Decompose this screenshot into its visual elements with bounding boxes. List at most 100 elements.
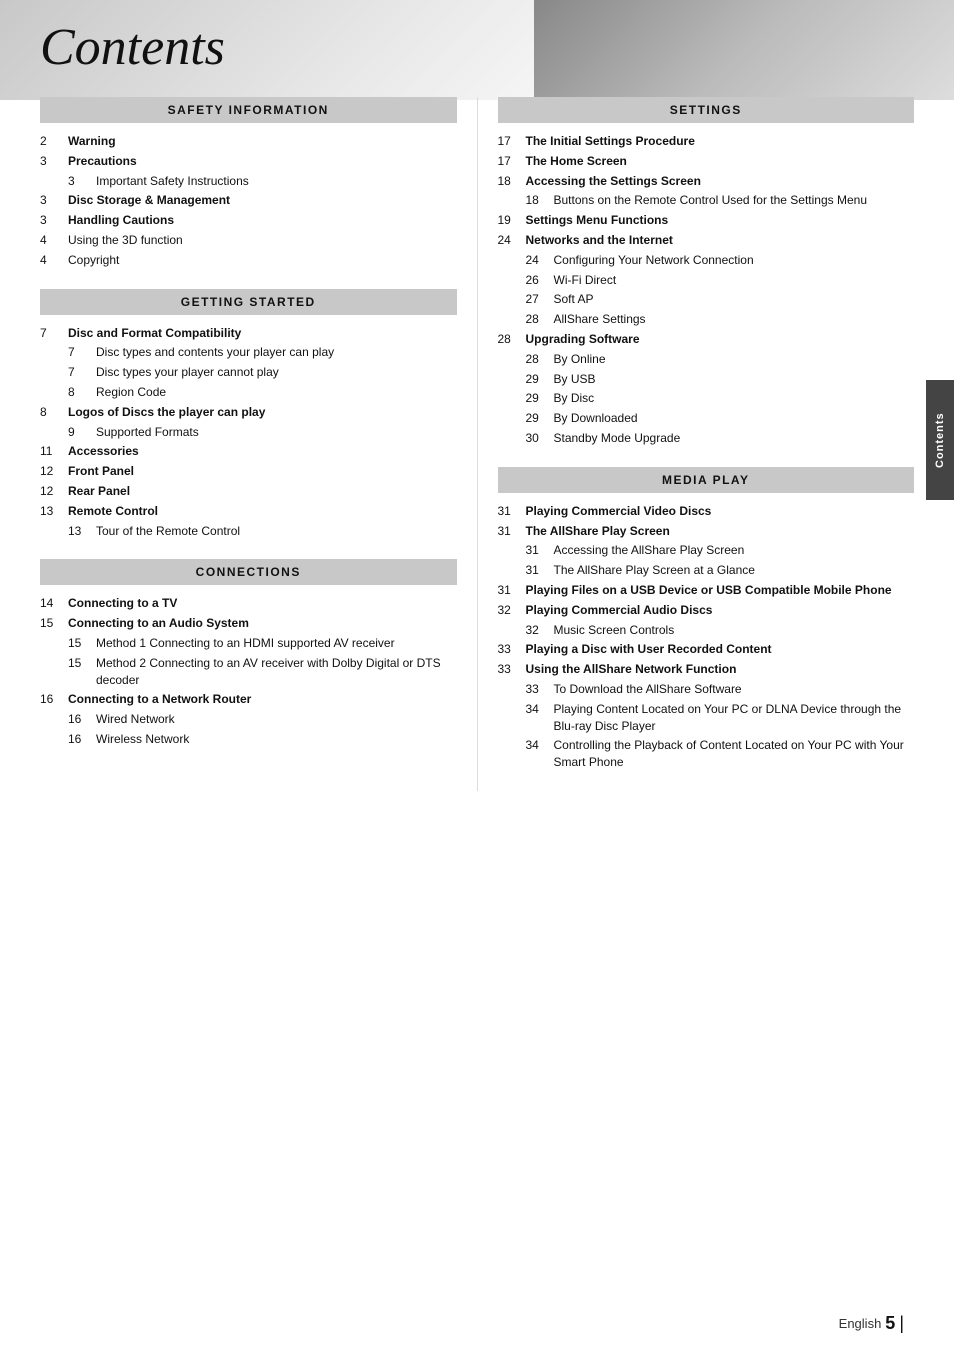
footer-page-number: 5 (885, 1313, 895, 1334)
entry-text: Disc and Format Compatibility (68, 325, 241, 342)
toc-entry: 17The Home Screen (498, 153, 915, 170)
toc-entry: 2Warning (40, 133, 457, 150)
toc-section: CONNECTIONS14Connecting to a TV15Connect… (40, 559, 457, 747)
entry-text: Warning (68, 133, 116, 150)
section-header: MEDIA PLAY (498, 467, 915, 493)
toc-entry: 34Playing Content Located on Your PC or … (498, 701, 915, 735)
page-number: 15 (68, 655, 96, 672)
page-title: Contents (0, 0, 954, 77)
page-number: 29 (526, 390, 554, 407)
entry-text: Connecting to a Network Router (68, 691, 251, 708)
entry-text: Disc Storage & Management (68, 192, 230, 209)
toc-entry: 4Using the 3D function (40, 232, 457, 249)
toc-entry: 3Precautions (40, 153, 457, 170)
left-column: SAFETY INFORMATION2Warning3Precautions3I… (40, 97, 478, 791)
footer-bar: | (899, 1313, 904, 1334)
toc-entry: 19Settings Menu Functions (498, 212, 915, 229)
toc-entry: 32Playing Commercial Audio Discs (498, 602, 915, 619)
toc-entry: 3Disc Storage & Management (40, 192, 457, 209)
entry-text: Controlling the Playback of Content Loca… (554, 737, 915, 771)
entry-text: Playing a Disc with User Recorded Conten… (526, 641, 772, 658)
entry-text: Wi-Fi Direct (554, 272, 617, 289)
page-number: 12 (40, 483, 68, 500)
entry-text: Networks and the Internet (526, 232, 673, 249)
toc-section: SETTINGS17The Initial Settings Procedure… (498, 97, 915, 447)
entry-text: AllShare Settings (554, 311, 646, 328)
entry-text: Upgrading Software (526, 331, 640, 348)
entry-text: Method 1 Connecting to an HDMI supported… (96, 635, 395, 652)
entry-text: The AllShare Play Screen at a Glance (554, 562, 755, 579)
entry-text: Region Code (96, 384, 166, 401)
section-header: SAFETY INFORMATION (40, 97, 457, 123)
entry-text: Wired Network (96, 711, 175, 728)
page-number: 13 (40, 503, 68, 520)
entry-text: Accessing the Settings Screen (526, 173, 701, 190)
page-number: 24 (526, 252, 554, 269)
toc-entry: 18Accessing the Settings Screen (498, 173, 915, 190)
page-number: 17 (498, 133, 526, 150)
entry-text: Front Panel (68, 463, 134, 480)
toc-entry: 15Connecting to an Audio System (40, 615, 457, 632)
toc-entry: 11Accessories (40, 443, 457, 460)
entry-text: Playing Files on a USB Device or USB Com… (526, 582, 892, 599)
toc-entry: 8Region Code (40, 384, 457, 401)
page-number: 31 (498, 523, 526, 540)
entry-text: By USB (554, 371, 596, 388)
entry-text: Supported Formats (96, 424, 199, 441)
entry-text: Playing Content Located on Your PC or DL… (554, 701, 915, 735)
entry-text: Important Safety Instructions (96, 173, 249, 190)
entry-text: Remote Control (68, 503, 158, 520)
page-number: 3 (40, 153, 68, 170)
toc-entry: 26Wi-Fi Direct (498, 272, 915, 289)
section-header: SETTINGS (498, 97, 915, 123)
page-number: 3 (40, 192, 68, 209)
toc-entry: 12Front Panel (40, 463, 457, 480)
page-number: 3 (40, 212, 68, 229)
entry-text: Standby Mode Upgrade (554, 430, 681, 447)
entry-text: Accessories (68, 443, 139, 460)
page-number: 28 (526, 351, 554, 368)
toc-entry: 24Configuring Your Network Connection (498, 252, 915, 269)
page-number: 28 (498, 331, 526, 348)
entry-text: Music Screen Controls (554, 622, 675, 639)
page-number: 31 (498, 582, 526, 599)
page-number: 18 (526, 192, 554, 209)
toc-entry: 8Logos of Discs the player can play (40, 404, 457, 421)
entry-text: By Online (554, 351, 606, 368)
toc-entry: 31Playing Commercial Video Discs (498, 503, 915, 520)
side-tab: Contents (926, 380, 954, 500)
page-number: 11 (40, 443, 68, 460)
toc-entry: 18Buttons on the Remote Control Used for… (498, 192, 915, 209)
footer-language: English (839, 1316, 882, 1331)
page-number: 26 (526, 272, 554, 289)
page-number: 29 (526, 371, 554, 388)
entry-text: Tour of the Remote Control (96, 523, 240, 540)
page-number: 32 (526, 622, 554, 639)
page-footer: English 5 | (839, 1313, 904, 1334)
page-number: 33 (498, 641, 526, 658)
page-number: 34 (526, 737, 554, 754)
toc-entry: 15Method 1 Connecting to an HDMI support… (40, 635, 457, 652)
page-number: 9 (68, 424, 96, 441)
toc-entry: 16Wireless Network (40, 731, 457, 748)
page-number: 12 (40, 463, 68, 480)
page-number: 16 (40, 691, 68, 708)
page-number: 7 (68, 344, 96, 361)
entry-text: Connecting to an Audio System (68, 615, 249, 632)
toc-entry: 7Disc types your player cannot play (40, 364, 457, 381)
entry-text: Wireless Network (96, 731, 189, 748)
page-number: 4 (40, 232, 68, 249)
page-number: 30 (526, 430, 554, 447)
page-number: 16 (68, 731, 96, 748)
entry-text: By Disc (554, 390, 595, 407)
entry-text: Buttons on the Remote Control Used for t… (554, 192, 868, 209)
entry-text: Connecting to a TV (68, 595, 177, 612)
page-number: 32 (498, 602, 526, 619)
entry-text: Logos of Discs the player can play (68, 404, 265, 421)
right-column: SETTINGS17The Initial Settings Procedure… (478, 97, 915, 791)
toc-entry: 28Upgrading Software (498, 331, 915, 348)
toc-entry: 7Disc and Format Compatibility (40, 325, 457, 342)
page-number: 33 (498, 661, 526, 678)
page-number: 7 (40, 325, 68, 342)
entry-text: Settings Menu Functions (526, 212, 669, 229)
